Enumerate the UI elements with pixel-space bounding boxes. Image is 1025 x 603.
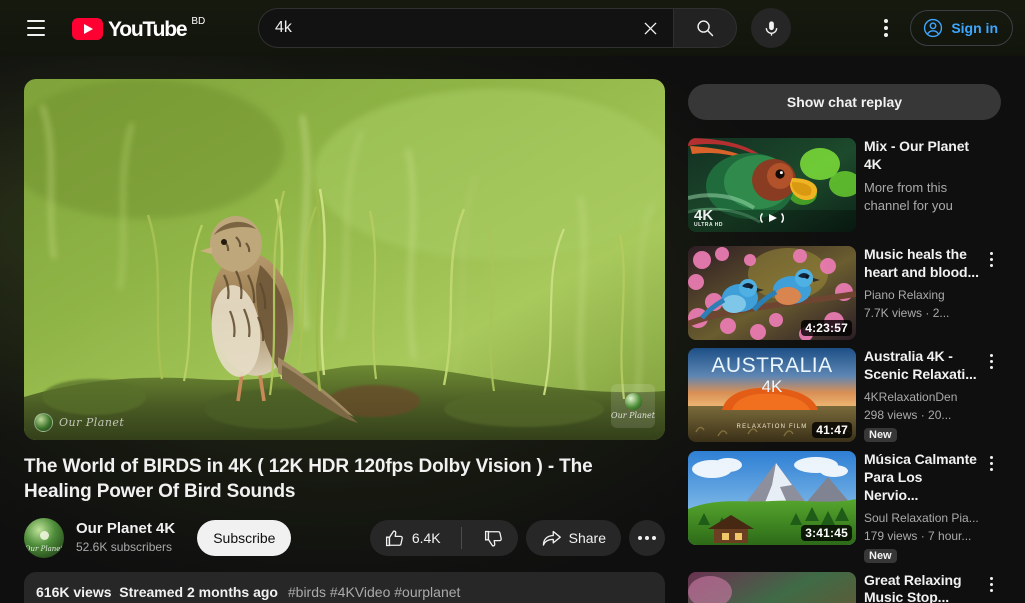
status-badge: New — [864, 427, 897, 442]
subscribe-button[interactable]: Subscribe — [197, 520, 292, 557]
action-divider — [460, 527, 462, 550]
list-item-title: Great Relaxing Music Stop... — [864, 571, 962, 603]
list-item-title: Australia 4K - Scenic Relaxati... — [864, 348, 977, 382]
thumbnail-footer-text: RELAXATION FILM — [737, 424, 808, 430]
publish-date: Streamed 2 months ago — [119, 584, 278, 601]
masthead-right: Sign in — [866, 8, 1013, 48]
player-watermark-right-text: Our Planet — [611, 410, 655, 420]
youtube-play-icon — [72, 17, 103, 40]
share-label: Share — [568, 530, 606, 547]
country-code: BD — [191, 15, 206, 27]
list-item-title: Música Calmante Para Los Nervio... — [864, 450, 977, 503]
channel-avatar[interactable]: Our Planet — [24, 518, 64, 559]
thumbnail-alpine-cabin[interactable]: 3:41:45 — [688, 450, 856, 545]
search-input[interactable] — [275, 19, 631, 37]
player-watermark-right: Our Planet — [611, 384, 655, 428]
search-box[interactable] — [258, 8, 673, 48]
more-actions-icon — [638, 536, 656, 541]
mix-meta: Mix - Our Planet 4K More from this chann… — [864, 138, 1001, 232]
like-dislike-group: 6.4K — [369, 520, 518, 557]
thumbnail-colorful-finches[interactable] — [688, 571, 856, 603]
subscriber-count: 52.6K subscribers — [76, 540, 173, 555]
list-item-channel: Soul Relaxation Pia... — [864, 510, 979, 525]
thumbnail-australia-uluru[interactable]: AUSTRALIA 4K RELAXATION FILM 41:47 — [688, 348, 856, 442]
mix-broadcast-icon — [757, 210, 787, 226]
kebab-menu-icon[interactable] — [866, 8, 906, 48]
mix-thumbnail-parrot[interactable]: 4K ULTRA HD — [688, 138, 856, 232]
list-item[interactable]: 3:41:45 Música Calmante Para Los Nervio.… — [688, 450, 1001, 564]
list-item-stats: 298 views · 20... — [864, 407, 952, 422]
thumbs-down-icon — [484, 530, 502, 547]
video-hashtags[interactable]: #birds #4KVideo #ourplanet — [288, 584, 461, 600]
mix-info: More from this channel for you — [864, 179, 953, 214]
list-item-title: Mix - Our Planet 4K — [864, 138, 969, 172]
channel-name[interactable]: Our Planet 4K — [76, 520, 175, 539]
thumbs-up-icon — [385, 530, 403, 546]
account-circle-icon — [924, 18, 943, 38]
list-item-channel: 4KRelaxationDen — [864, 389, 958, 404]
close-icon[interactable] — [631, 9, 669, 47]
player-watermark-left: Our Planet — [34, 413, 124, 432]
video-player[interactable]: Our Planet Our Planet — [24, 79, 665, 440]
video-frame-skylark-in-grass — [24, 79, 665, 440]
thumbnail-title-text: AUSTRALIA — [711, 354, 832, 377]
list-item[interactable]: 4K ULTRA HD Mix - Our Planet 4K More fro… — [688, 138, 1001, 232]
masthead: YouTube BD 4k Sign in — [0, 0, 1025, 56]
share-button[interactable]: Share — [525, 520, 621, 557]
sign-in-button[interactable]: Sign in — [910, 10, 1013, 46]
avatar-signature: Our Planet — [24, 545, 64, 554]
4k-ultra-hd-badge: 4K ULTRA HD — [694, 207, 723, 228]
our-planet-globe-icon — [34, 413, 53, 432]
list-item-menu-icon[interactable] — [981, 574, 1001, 596]
list-item-menu-icon[interactable] — [981, 350, 1001, 372]
owner-row: Our Planet Our Planet 4K 52.6K subscribe… — [24, 518, 665, 559]
hamburger-icon[interactable] — [16, 8, 56, 48]
list-item-stats: 179 views · 7 hour... — [864, 528, 972, 543]
video-duration: 41:47 — [812, 422, 852, 438]
like-button[interactable]: 6.4K — [370, 520, 454, 556]
list-item-channel: Piano Relaxing — [864, 287, 945, 302]
youtube-logo[interactable]: YouTube BD — [70, 15, 205, 42]
list-item-menu-icon[interactable] — [981, 453, 1001, 475]
search-area — [258, 8, 791, 48]
search-icon — [697, 20, 714, 37]
secondary-column: Show chat replay 4K ULTRA HD Mix - Our P… — [688, 84, 1001, 603]
description-box[interactable]: 616K views Streamed 2 months ago #birds … — [24, 572, 665, 603]
list-item-menu-icon[interactable] — [981, 248, 1001, 270]
more-actions-button[interactable] — [629, 520, 665, 557]
player-watermark-left-text: Our Planet — [59, 416, 125, 429]
list-item-title: Music heals the heart and blood... — [864, 246, 979, 280]
page-title: The World of BIRDS in 4K ( 12K HDR 120fp… — [24, 456, 593, 503]
list-item-stats: 7.7K views · 2... — [864, 305, 950, 320]
video-duration: 3:41:45 — [801, 524, 852, 541]
dislike-button[interactable] — [469, 520, 518, 556]
view-count: 616K views — [36, 584, 112, 601]
status-badge: New — [864, 548, 897, 563]
owner-text: Our Planet 4K 52.6K subscribers — [76, 520, 175, 555]
our-planet-globe-icon-small — [624, 392, 642, 410]
share-arrow-icon — [542, 530, 561, 546]
voice-search-button[interactable] — [751, 8, 791, 48]
masthead-left: YouTube BD — [16, 8, 205, 48]
search-button[interactable] — [673, 8, 737, 48]
primary-column: Our Planet Our Planet The World of BIRDS… — [24, 79, 665, 603]
sign-in-label: Sign in — [951, 20, 998, 36]
thumbnail-subtitle-text: 4K — [762, 377, 783, 396]
youtube-watch-page: YouTube BD 4k Sign in Our Planet Our Pla… — [0, 0, 1025, 603]
microphone-icon — [765, 20, 777, 36]
like-count: 6.4K — [411, 530, 441, 547]
list-item[interactable]: Great Relaxing Music Stop... — [688, 571, 1001, 603]
show-chat-replay-button[interactable]: Show chat replay — [688, 84, 1001, 120]
list-item[interactable]: 4:23:57 Music heals the heart and blood.… — [688, 246, 1001, 340]
thumbnail-bluebirds-blossom[interactable]: 4:23:57 — [688, 246, 856, 340]
video-actions: 6.4K Share — [369, 520, 665, 557]
list-item[interactable]: AUSTRALIA 4K RELAXATION FILM 41:47 Austr… — [688, 348, 1001, 443]
video-duration: 4:23:57 — [801, 320, 852, 336]
youtube-logo-text: YouTube — [108, 17, 188, 41]
